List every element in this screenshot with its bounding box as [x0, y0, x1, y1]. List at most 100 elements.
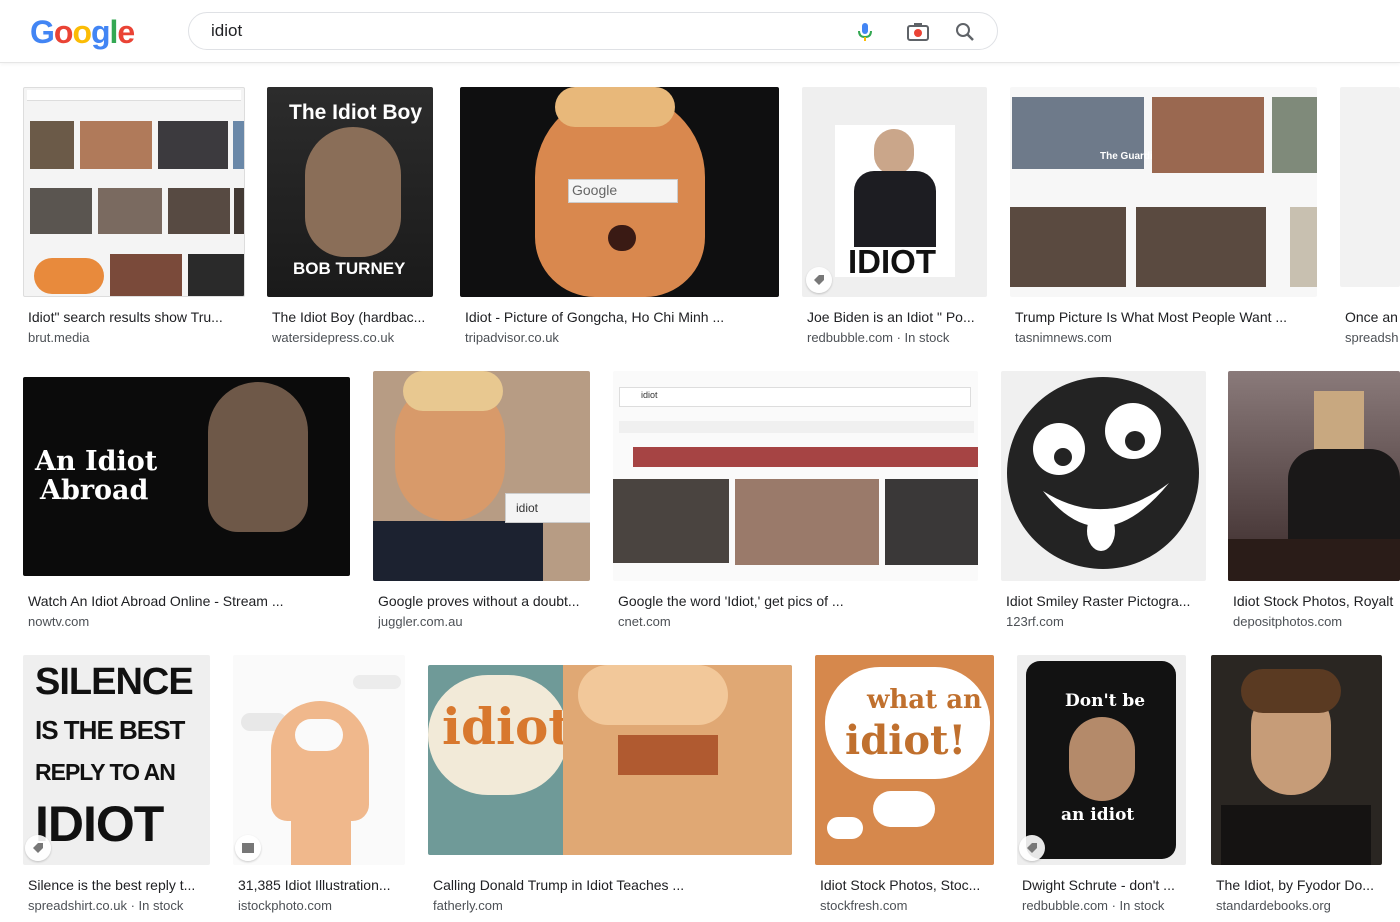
thumbnail-text: an idiot — [1061, 805, 1135, 825]
result-thumbnail[interactable] — [1228, 371, 1400, 581]
image-result[interactable]: Once an spreadsh — [1340, 87, 1400, 349]
thumbnail-text: IDIOT — [35, 796, 164, 852]
result-thumbnail[interactable]: The Idiot Boy BOB TURNEY — [267, 87, 433, 297]
result-thumbnail[interactable]: idiot — [373, 371, 590, 581]
result-title[interactable]: Idiot Stock Photos, Stoc... — [820, 876, 992, 894]
result-thumbnail[interactable]: Don't be an idiot — [1017, 655, 1186, 865]
image-result[interactable]: Idiot" search results show Tru... brut.m… — [23, 87, 245, 349]
result-thumbnail[interactable] — [1211, 655, 1382, 865]
result-title[interactable]: Idiot Smiley Raster Pictogra... — [1006, 592, 1204, 610]
result-thumbnail[interactable]: An Idiot Abroad — [23, 377, 350, 576]
result-source[interactable]: tripadvisor.co.uk — [465, 330, 777, 346]
image-result[interactable]: what an idiot! Idiot Stock Photos, Stoc.… — [815, 655, 995, 917]
result-title[interactable]: Silence is the best reply t... — [28, 876, 208, 894]
image-result[interactable]: 31,385 Idiot Illustration... istockphoto… — [233, 655, 406, 917]
search-input[interactable] — [211, 19, 811, 43]
google-logo[interactable]: Google — [30, 13, 135, 51]
result-title[interactable]: Calling Donald Trump in Idiot Teaches ..… — [433, 876, 791, 894]
result-thumbnail[interactable]: what an idiot! — [815, 655, 994, 865]
result-source[interactable]: fatherly.com — [433, 898, 791, 914]
result-title[interactable]: Trump Picture Is What Most People Want .… — [1015, 308, 1315, 326]
image-result[interactable]: The Idiot, by Fyodor Do... standardebook… — [1211, 655, 1383, 917]
logo-letter: o — [53, 14, 74, 50]
result-thumbnail[interactable] — [1001, 371, 1206, 581]
result-thumbnail[interactable] — [1340, 87, 1400, 287]
result-source[interactable]: juggler.com.au — [378, 614, 588, 630]
result-title[interactable]: Idiot" search results show Tru... — [28, 308, 243, 326]
search-icon[interactable] — [954, 21, 976, 43]
thumbnail-text: Don't be — [1065, 691, 1146, 711]
thumbnail-text: idiot — [641, 390, 658, 400]
result-thumbnail[interactable]: Google — [460, 87, 779, 297]
product-tag-icon — [806, 267, 832, 293]
result-title[interactable]: The Idiot Boy (hardbac... — [272, 308, 432, 326]
result-thumbnail[interactable] — [233, 655, 405, 865]
result-source[interactable]: standardebooks.org — [1216, 898, 1381, 914]
result-title[interactable]: Google proves without a doubt... — [378, 592, 588, 610]
thumbnail-text: IDIOT — [848, 243, 936, 280]
image-result[interactable]: idiot Calling Donald Trump in Idiot Teac… — [428, 665, 793, 917]
thumbnail-text: Abroad — [40, 475, 149, 506]
thumbnail-text: Google — [572, 182, 618, 198]
smiley-face-icon — [1007, 377, 1199, 569]
result-source[interactable]: watersidepress.co.uk — [272, 330, 432, 346]
result-source[interactable]: nowtv.com — [28, 614, 348, 630]
result-source[interactable]: redbubble.com · In stock — [1022, 898, 1184, 914]
result-thumbnail[interactable]: IDIOT — [802, 87, 987, 297]
result-source[interactable]: redbubble.com · In stock — [807, 330, 985, 346]
thumbnail-text: idiot — [516, 501, 539, 515]
image-result[interactable]: idiot Google proves without a doubt... j… — [373, 371, 591, 633]
thumbnail-text: what an — [867, 685, 982, 715]
result-title[interactable]: Watch An Idiot Abroad Online - Stream ..… — [28, 592, 348, 610]
thumbnail-text: IS THE BEST — [35, 715, 185, 745]
result-source[interactable]: spreadshirt.co.uk · In stock — [28, 898, 208, 914]
logo-letter: o — [72, 14, 92, 50]
image-result[interactable]: SILENCE IS THE BEST REPLY TO AN IDIOT Si… — [23, 655, 211, 917]
logo-letter: G — [30, 14, 55, 50]
result-title[interactable]: 31,385 Idiot Illustration... — [238, 876, 404, 894]
result-title[interactable]: The Idiot, by Fyodor Do... — [1216, 876, 1381, 894]
result-title[interactable]: Joe Biden is an Idiot " Po... — [807, 308, 985, 326]
result-source[interactable]: spreadsh — [1345, 330, 1400, 346]
camera-icon[interactable] — [906, 21, 929, 43]
result-thumbnail[interactable] — [23, 87, 245, 297]
result-title[interactable]: Dwight Schrute - don't ... — [1022, 876, 1184, 894]
result-source[interactable]: istockphoto.com — [238, 898, 404, 914]
thumbnail-text: BOB TURNEY — [293, 259, 406, 278]
result-source[interactable]: 123rf.com — [1006, 614, 1204, 630]
image-result[interactable]: idiot Google the word 'Idiot,' get pics … — [613, 371, 979, 633]
thumbnail-text: idiot — [442, 697, 572, 756]
result-source[interactable]: depositphotos.com — [1233, 614, 1400, 630]
result-title[interactable]: Google the word 'Idiot,' get pics of ... — [618, 592, 976, 610]
result-thumbnail[interactable]: idiot — [428, 665, 792, 855]
result-title[interactable]: Once an — [1345, 308, 1400, 326]
image-result[interactable]: Idiot Smiley Raster Pictogra... 123rf.co… — [1001, 371, 1207, 633]
thumbnail-text: REPLY TO AN — [35, 759, 176, 785]
microphone-icon[interactable] — [854, 21, 876, 43]
image-result[interactable]: The Guardian Trump Picture Is What Most … — [1010, 87, 1318, 349]
search-box[interactable] — [188, 12, 998, 50]
result-source[interactable]: brut.media — [28, 330, 243, 346]
logo-letter: g — [90, 14, 111, 50]
thumbnail-text: The Idiot Boy — [289, 101, 422, 124]
result-source[interactable]: cnet.com — [618, 614, 976, 630]
thumbnail-text: An Idiot — [35, 446, 158, 477]
thumbnail-text: SILENCE — [35, 661, 194, 703]
result-source[interactable]: tasnimnews.com — [1015, 330, 1315, 346]
image-result[interactable]: The Idiot Boy BOB TURNEY The Idiot Boy (… — [267, 87, 435, 349]
product-tag-icon — [25, 835, 51, 861]
image-badge-icon — [235, 835, 261, 861]
result-thumbnail[interactable]: The Guardian — [1010, 87, 1317, 297]
image-result[interactable]: An Idiot Abroad Watch An Idiot Abroad On… — [23, 377, 351, 633]
image-result[interactable]: IDIOT Joe Biden is an Idiot " Po... redb… — [802, 87, 988, 349]
result-thumbnail[interactable]: SILENCE IS THE BEST REPLY TO AN IDIOT — [23, 655, 210, 865]
result-title[interactable]: Idiot Stock Photos, Royalt — [1233, 592, 1400, 610]
image-result[interactable]: Don't be an idiot Dwight Schrute - don't… — [1017, 655, 1187, 917]
result-thumbnail[interactable]: idiot — [613, 371, 978, 581]
logo-letter: e — [117, 14, 135, 50]
thumbnail-text: idiot! — [845, 717, 967, 764]
result-source[interactable]: stockfresh.com — [820, 898, 992, 914]
result-title[interactable]: Idiot - Picture of Gongcha, Ho Chi Minh … — [465, 308, 777, 326]
image-result[interactable]: Google Idiot - Picture of Gongcha, Ho Ch… — [460, 87, 780, 349]
image-result[interactable]: Idiot Stock Photos, Royalt depositphotos… — [1228, 371, 1400, 633]
